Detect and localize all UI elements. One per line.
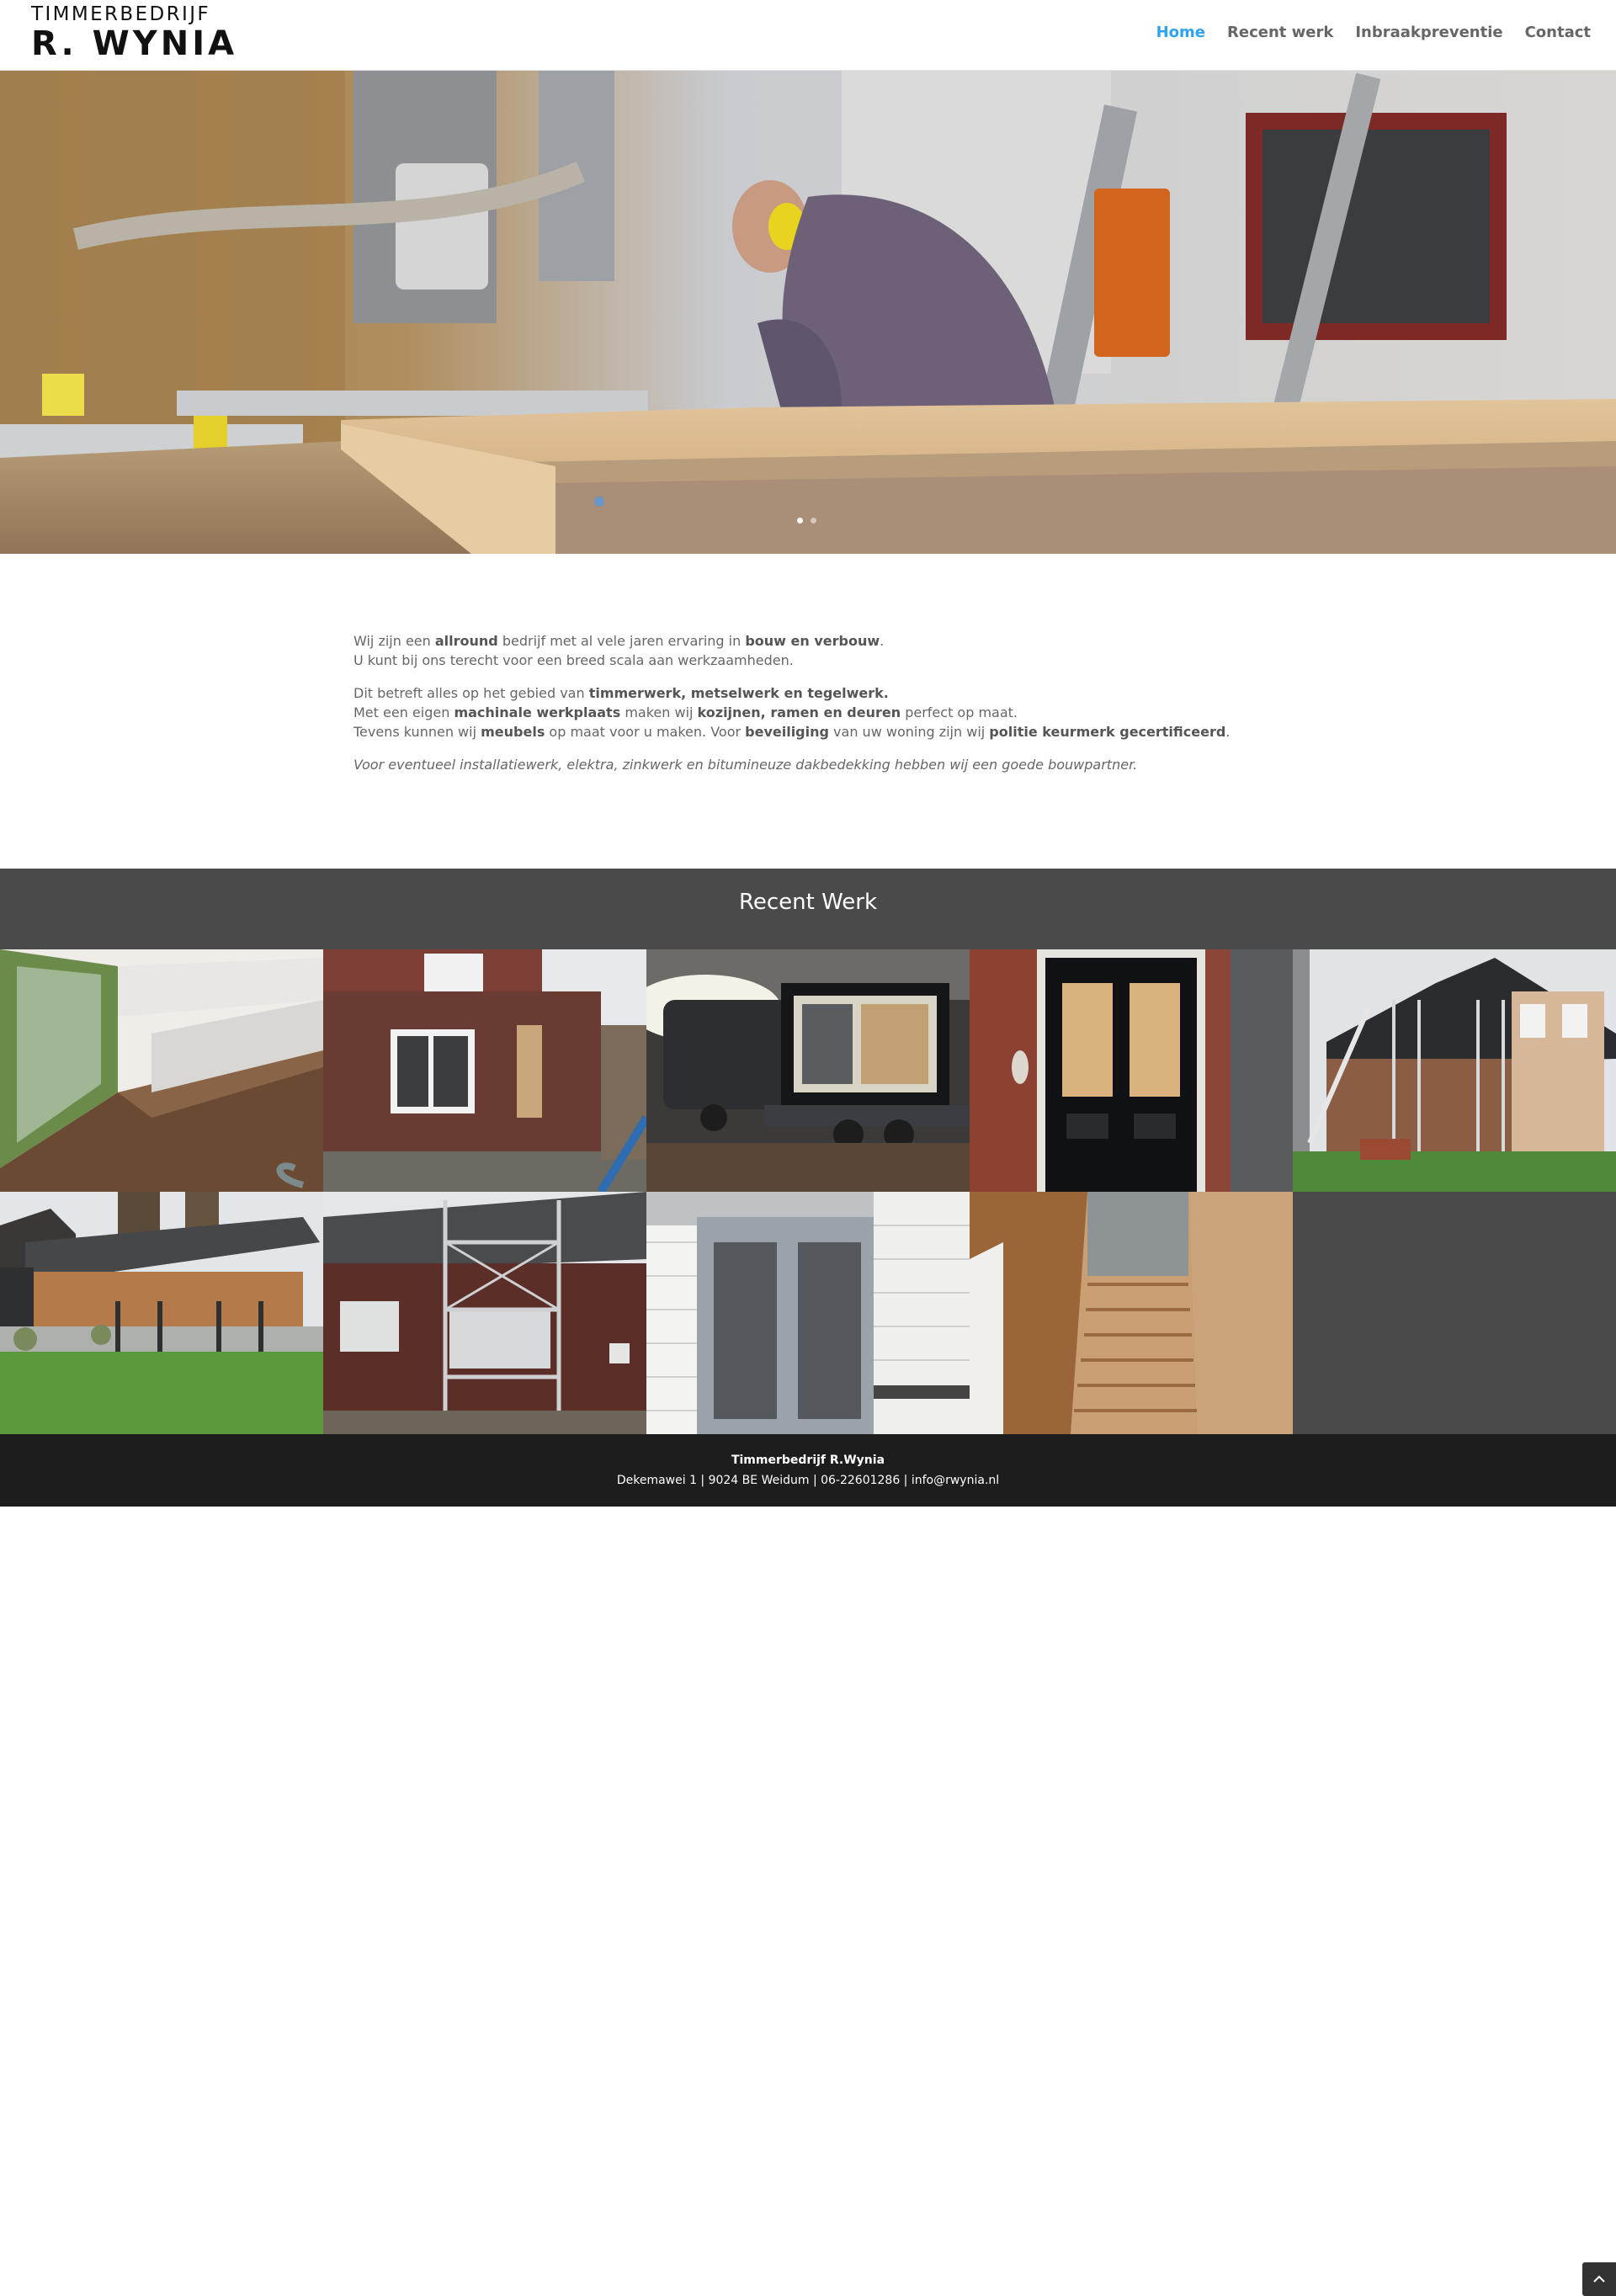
intro-paragraph-2: Dit betreft alles op het gebied van timm…: [354, 683, 1279, 741]
back-to-top-button[interactable]: [1582, 2262, 1616, 2296]
gallery-item-brick-extension[interactable]: [323, 949, 646, 1192]
site-footer: Timmerbedrijf R.Wynia Dekemawei 1 | 9024…: [0, 1434, 1616, 1507]
bold-text: allround: [434, 633, 498, 649]
nav-home[interactable]: Home: [1156, 24, 1205, 41]
nav-contact[interactable]: Contact: [1525, 24, 1591, 41]
main-nav: Home Recent werk Inbraakpreventie Contac…: [1156, 24, 1591, 41]
footer-contact-details: Dekemawei 1 | 9024 BE Weidum | 06-226012…: [616, 1474, 1000, 1487]
text-segment: van uw woning zijn wij: [828, 724, 990, 740]
text-segment: perfect op maat.: [901, 704, 1018, 720]
bold-text: meubels: [481, 724, 545, 740]
footer-company: Timmerbedrijf R.Wynia: [731, 1454, 885, 1467]
text-segment: Met een eigen: [354, 704, 454, 720]
gallery-item-wooden-floor-window[interactable]: [0, 949, 323, 1192]
bold-text: timmerwerk, metselwerk en tegelwerk.: [588, 685, 889, 701]
gallery-item-black-double-door[interactable]: [970, 949, 1293, 1192]
chevron-up-icon: [1593, 2275, 1605, 2283]
logo-line-2: R. WYNIA: [31, 24, 238, 63]
slider-dot-2[interactable]: [811, 518, 816, 524]
recent-werk-title: Recent Werk: [738, 890, 878, 915]
site-header: TIMMERBEDRIJF R. WYNIA Home Recent werk …: [0, 0, 1616, 70]
logo[interactable]: TIMMERBEDRIJF R. WYNIA: [31, 3, 258, 64]
nav-inbraakpreventie[interactable]: Inbraakpreventie: [1355, 24, 1502, 41]
gallery-item-scaffold-brick-house[interactable]: [323, 1192, 646, 1434]
gallery-item-white-french-doors[interactable]: [646, 1192, 970, 1434]
text-segment: Wij zijn een: [354, 633, 435, 649]
text-segment: U kunt bij ons terecht voor een breed sc…: [354, 652, 794, 668]
gallery-item-wooden-staircase[interactable]: [970, 1192, 1293, 1434]
bold-text: beveiliging: [745, 724, 829, 740]
slider-dot-1[interactable]: [797, 518, 803, 524]
gallery-item-trailer-window-frame[interactable]: [646, 949, 970, 1192]
intro-text: Wij zijn een allround bedrijf met al vel…: [354, 631, 1279, 788]
text-segment: Dit betreft alles op het gebied van: [354, 685, 589, 701]
text-segment: .: [880, 633, 885, 649]
bouwpartner-note: Voor eventueel installatiewerk, elektra,…: [354, 757, 1138, 773]
bold-text: politie keurmerk gecertificeerd: [989, 724, 1226, 740]
recent-werk-section: Recent Werk: [0, 869, 1616, 2296]
gallery-item-garden-shed[interactable]: [0, 1192, 323, 1434]
nav-recent-werk[interactable]: Recent werk: [1227, 24, 1333, 41]
slider-dots: [797, 518, 816, 524]
gallery-item-house-scaffolding[interactable]: [1293, 949, 1616, 1192]
logo-line-1: TIMMERBEDRIJF: [31, 3, 211, 25]
text-segment: op maat voor u maken. Voor: [545, 724, 746, 740]
bold-text: kozijnen, ramen en deuren: [697, 704, 901, 720]
text-segment: maken wij: [620, 704, 698, 720]
intro-paragraph-3: Voor eventueel installatiewerk, elektra,…: [354, 755, 1279, 774]
text-segment: Tevens kunnen wij: [354, 724, 481, 740]
hero-slider: [0, 71, 1616, 554]
bold-text: machinale werkplaats: [454, 704, 621, 720]
text-segment: bedrijf met al vele jaren ervaring in: [497, 633, 746, 649]
bold-text: bouw en verbouw: [745, 633, 880, 649]
hero-image: [0, 71, 1616, 554]
intro-paragraph-1: Wij zijn een allround bedrijf met al vel…: [354, 631, 1279, 670]
text-segment: .: [1225, 724, 1231, 740]
